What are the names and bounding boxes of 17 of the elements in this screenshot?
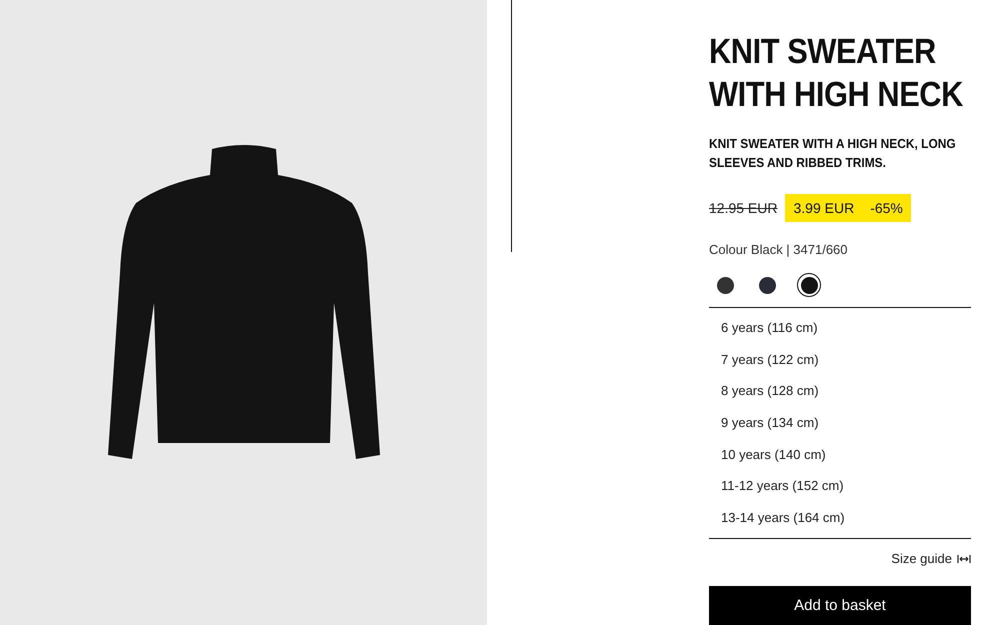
size-option[interactable]: 8 years (128 cm) xyxy=(709,375,971,407)
size-option[interactable]: 13-14 years (164 cm) xyxy=(709,502,971,534)
size-option[interactable]: 7 years (122 cm) xyxy=(709,344,971,376)
width-arrow-icon xyxy=(957,554,971,564)
colour-label: Colour Black | 3471/660 xyxy=(709,242,849,257)
add-to-basket-button[interactable]: Add to basket xyxy=(709,586,971,625)
size-option[interactable]: 6 years (116 cm) xyxy=(709,312,971,344)
size-option[interactable]: 10 years (140 cm) xyxy=(709,438,971,470)
size-option[interactable]: 11-12 years (152 cm) xyxy=(709,470,971,502)
product-title: KNIT SWEATER WITH HIGH NECK xyxy=(709,31,964,116)
size-option[interactable]: 9 years (134 cm) xyxy=(709,406,971,438)
product-description: KNIT SWEATER WITH A HIGH NECK, LONG SLEEVES AND RIBBED TRIMS. xyxy=(709,135,957,172)
old-price: 12.95 EUR xyxy=(709,200,778,216)
colour-swatch[interactable] xyxy=(797,273,821,297)
size-guide-link[interactable]: Size guide xyxy=(891,551,971,566)
sale-price: 3.99 EUR xyxy=(793,200,854,216)
discount-percent: -65% xyxy=(870,200,903,216)
